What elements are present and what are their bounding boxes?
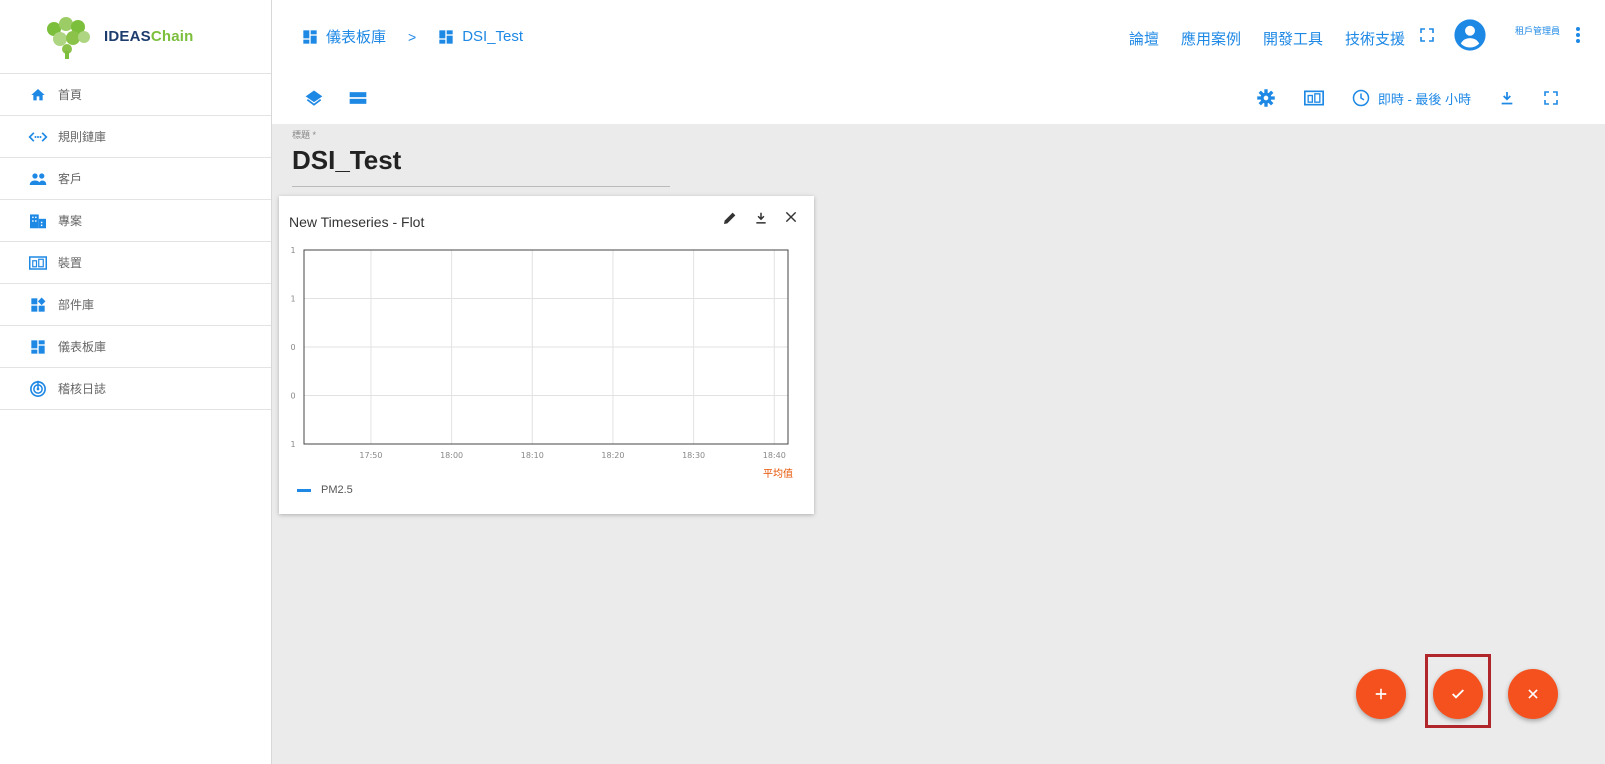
y-tick-label: 1 xyxy=(290,440,295,449)
breadcrumb-label: 儀表板庫 xyxy=(326,29,387,46)
user-name: 租戶管理員 xyxy=(1515,26,1561,36)
y-axis-ticks: 1 1 0 0 1 xyxy=(290,246,295,449)
x-tick-label: 18:10 xyxy=(521,451,544,460)
breadcrumb: 儀表板庫 > DSI_Test xyxy=(302,26,523,47)
sidebar-item-label: 專案 xyxy=(58,214,83,228)
app-logo[interactable]: IDEASChain xyxy=(0,0,271,74)
legend-label: PM2.5 xyxy=(321,484,353,496)
sidebar-item-dashboards[interactable]: 儀表板庫 xyxy=(0,326,271,368)
sidebar-item-label: 首頁 xyxy=(58,88,83,102)
sidebar-item-label: 稽核日誌 xyxy=(58,382,107,396)
sidebar: IDEASChain 首頁 規則鏈庫 客戶 專案 裝置 部件庫 儀表板庫 稽核日… xyxy=(0,0,272,764)
dashboard-icon xyxy=(302,29,318,45)
x-tick-label: 18:40 xyxy=(763,451,786,460)
logo-text-accent: Chain xyxy=(150,28,194,45)
top-links: 論壇 應用案例 開發工具 技術支援 xyxy=(1129,28,1405,49)
check-icon xyxy=(1452,689,1464,699)
cancel-changes-button[interactable] xyxy=(1508,669,1558,719)
sidebar-item-home[interactable]: 首頁 xyxy=(0,74,271,116)
logo-text: IDEAS xyxy=(104,28,151,45)
sidebar-item-label: 客戶 xyxy=(58,172,83,186)
y-tick-label: 0 xyxy=(290,343,295,352)
dashboard-title-field[interactable]: 標題 * DSI_Test xyxy=(292,128,670,187)
dashboard-toolbar: 即時 - 最後 小時 xyxy=(272,74,1605,124)
link-support[interactable]: 技術支援 xyxy=(1345,28,1405,49)
chart-legend[interactable]: PM2.5 xyxy=(297,484,353,496)
sidebar-item-label: 規則鏈庫 xyxy=(58,130,107,144)
sidebar-item-projects[interactable]: 專案 xyxy=(0,200,271,242)
more-vert-icon[interactable] xyxy=(1575,26,1581,44)
sidebar-item-widgets[interactable]: 部件庫 xyxy=(0,284,271,326)
legend-swatch xyxy=(297,488,311,492)
timeseries-chart: 1 1 0 0 1 17:50 18:00 18:10 18:20 18:30 18:40 平均值 xyxy=(290,246,793,480)
close-icon xyxy=(1528,689,1538,699)
dashboard-title-input[interactable]: DSI_Test xyxy=(292,145,670,187)
user-menu[interactable]: 租戶管理員 xyxy=(1453,18,1560,52)
fullscreen-icon[interactable] xyxy=(1419,27,1435,43)
sidebar-item-devices[interactable]: 裝置 xyxy=(0,242,271,284)
timeseries-widget[interactable]: New Timeseries - Flot 11001 17:50 18:00 18… xyxy=(279,196,814,514)
dashboard-icon xyxy=(28,337,48,357)
chart-grid xyxy=(304,250,788,444)
people-icon xyxy=(28,169,48,189)
x-tick-label: 18:30 xyxy=(682,451,705,460)
sidebar-item-label: 裝置 xyxy=(58,256,83,270)
code-icon xyxy=(28,127,48,147)
layers-icon[interactable] xyxy=(304,88,324,108)
fullscreen-icon[interactable] xyxy=(1543,90,1559,106)
sidebar-item-label: 部件庫 xyxy=(58,298,95,312)
link-use-cases[interactable]: 應用案例 xyxy=(1181,28,1241,49)
y-tick-label: 1 xyxy=(290,246,295,255)
sidebar-item-rule-chains[interactable]: 規則鏈庫 xyxy=(0,116,271,158)
title-field-label: 標題 * xyxy=(292,130,317,140)
x-tick-label: 18:00 xyxy=(440,451,463,460)
x-tick-label: 17:50 xyxy=(359,451,382,460)
timewindow-selector[interactable]: 即時 - 最後 小時 xyxy=(1352,89,1471,108)
apply-changes-button[interactable] xyxy=(1433,669,1483,719)
building-icon xyxy=(28,211,48,231)
settings-icon[interactable] xyxy=(1256,88,1276,108)
sidebar-item-label: 儀表板庫 xyxy=(58,340,107,354)
x-axis-ticks: 17:50 18:00 18:10 18:20 18:30 18:40 xyxy=(359,451,785,460)
breadcrumb-separator: > xyxy=(408,28,417,45)
track-changes-icon xyxy=(28,379,48,399)
view-stream-icon[interactable] xyxy=(348,88,368,108)
download-icon[interactable] xyxy=(1499,89,1515,107)
y-tick-label: 0 xyxy=(290,392,295,401)
breadcrumb-item-dashboards[interactable]: 儀表板庫 xyxy=(302,26,386,47)
sidebar-item-customers[interactable]: 客戶 xyxy=(0,158,271,200)
link-forum[interactable]: 論壇 xyxy=(1129,28,1159,49)
brain-logo-icon xyxy=(47,16,90,59)
home-icon xyxy=(28,85,48,105)
top-bar: 儀表板庫 > DSI_Test 論壇 應用案例 開發工具 技術支援 租戶管理員 xyxy=(272,0,1605,74)
account-circle-icon xyxy=(1453,18,1487,52)
clock-icon xyxy=(1352,89,1370,107)
y-tick-label: 1 xyxy=(290,295,295,304)
breadcrumb-label: DSI_Test xyxy=(462,28,524,45)
aggregation-label: 平均值 xyxy=(763,467,793,480)
breadcrumb-item-current: DSI_Test xyxy=(438,28,523,45)
top-right-actions: 租戶管理員 xyxy=(1419,18,1581,52)
x-tick-label: 18:20 xyxy=(601,451,624,460)
timewindow-label: 即時 - 最後 小時 xyxy=(1377,91,1471,107)
add-widget-button[interactable] xyxy=(1356,669,1406,719)
link-dev-tools[interactable]: 開發工具 xyxy=(1263,28,1323,49)
sidebar-item-audit-logs[interactable]: 稽核日誌 xyxy=(0,368,271,410)
widgets-icon xyxy=(28,295,48,315)
devices-icon[interactable] xyxy=(1303,90,1324,106)
plus-icon xyxy=(1375,688,1387,700)
devices-icon xyxy=(28,253,48,273)
dashboard-icon xyxy=(438,29,454,45)
